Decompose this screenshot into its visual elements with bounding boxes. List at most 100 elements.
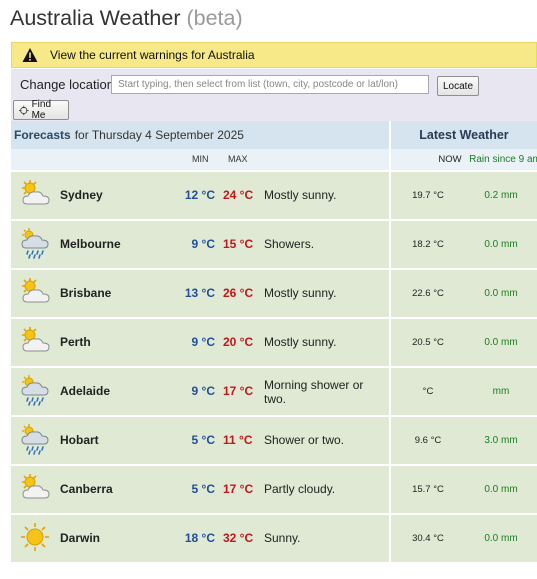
max-temp: 20 °C (223, 335, 254, 349)
warning-icon (22, 48, 38, 62)
rain-since-9am: 0.0 mm (484, 533, 518, 544)
page-title: Australia Weather (beta) (10, 6, 243, 31)
latest-weather-cell: 18.2 °C 0.0 mm (391, 221, 537, 268)
max-temp: 32 °C (223, 531, 254, 545)
city-name[interactable]: Brisbane (60, 286, 111, 300)
current-temp: 20.5 °C (412, 337, 444, 348)
city-row-adelaide: Adelaide 9 °C 17 °C Morning shower or tw… (11, 368, 537, 415)
page-title-text: Australia Weather (10, 6, 181, 30)
latest-weather-cell: 9.6 °C 3.0 mm (391, 417, 537, 464)
showers-icon (18, 423, 52, 455)
max-temp: 17 °C (223, 482, 254, 496)
min-column-label: MIN (192, 154, 209, 164)
forecast-description: Mostly sunny. (264, 286, 337, 300)
forecast-description: Mostly sunny. (264, 188, 337, 202)
forecast-cell: Darwin 18 °C 32 °C Sunny. (11, 515, 389, 562)
city-row-hobart: Hobart 5 °C 11 °C Shower or two. 9.6 °C … (11, 417, 537, 464)
city-row-darwin: Darwin 18 °C 32 °C Sunny. 30.4 °C 0.0 mm (11, 515, 537, 562)
latest-weather-cell: 30.4 °C 0.0 mm (391, 515, 537, 562)
forecast-date: for Thursday 4 September 2025 (74, 128, 244, 142)
max-temp: 11 °C (223, 433, 253, 447)
city-name[interactable]: Melbourne (60, 237, 121, 251)
partly-sunny-icon (18, 325, 52, 357)
forecast-cell: Sydney 12 °C 24 °C Mostly sunny. (11, 172, 389, 219)
forecast-cell: Canberra 5 °C 17 °C Partly cloudy. (11, 466, 389, 513)
latest-column-header: NOW Rain since 9 am (391, 149, 537, 170)
showers-icon (18, 227, 52, 259)
current-temp: 19.7 °C (412, 190, 444, 201)
forecast-description: Morning shower or two. (264, 378, 364, 406)
rain-since-9am: 0.0 mm (484, 484, 518, 495)
find-me-button[interactable]: Find Me (13, 99, 69, 121)
city-name[interactable]: Perth (60, 335, 91, 349)
latest-weather-cell: 19.7 °C 0.2 mm (391, 172, 537, 219)
current-temp: °C (422, 386, 434, 397)
forecasts-header: Forecasts for Thursday 4 September 2025 (11, 121, 389, 149)
current-temp: 22.6 °C (412, 288, 444, 299)
max-temp: 26 °C (223, 286, 254, 300)
current-temp: 15.7 °C (412, 484, 444, 495)
latest-weather-cell: 15.7 °C 0.0 mm (391, 466, 537, 513)
rain-since-9am: 0.2 mm (484, 190, 518, 201)
min-temp: 18 °C (184, 531, 215, 545)
city-name[interactable]: Darwin (60, 531, 100, 545)
crosshair-icon (19, 105, 29, 115)
locate-button[interactable]: Locate (437, 76, 479, 96)
city-row-sydney: Sydney 12 °C 24 °C Mostly sunny. 19.7 °C… (11, 172, 537, 219)
partly-sunny-icon (18, 276, 52, 308)
rain-since-9am: 0.0 mm (484, 337, 518, 348)
rain-since-9am: mm (492, 386, 510, 397)
rain-column-label: Rain since 9 am (469, 154, 537, 165)
forecast-cell: Brisbane 13 °C 26 °C Mostly sunny. (11, 270, 389, 317)
latest-weather-header: Latest Weather (391, 121, 537, 149)
forecast-description: Showers. (264, 237, 315, 251)
min-temp: 5 °C (191, 433, 215, 447)
latest-weather-cell: 20.5 °C 0.0 mm (391, 319, 537, 366)
showers-icon (18, 374, 52, 406)
partly-sunny-icon (18, 472, 52, 504)
change-location-panel: Change location Locate Find Me (11, 69, 537, 121)
forecasts-heading: Forecasts (14, 128, 71, 142)
city-row-perth: Perth 9 °C 20 °C Mostly sunny. 20.5 °C 0… (11, 319, 537, 366)
city-name[interactable]: Adelaide (60, 384, 110, 398)
max-temp: 24 °C (223, 188, 254, 202)
rain-since-9am: 0.0 mm (484, 288, 518, 299)
max-temp: 15 °C (223, 237, 254, 251)
forecast-description: Partly cloudy. (264, 482, 336, 496)
min-temp: 12 °C (184, 188, 215, 202)
min-temp: 9 °C (191, 335, 215, 349)
forecast-description: Sunny. (264, 531, 301, 545)
min-temp: 13 °C (184, 286, 215, 300)
forecast-cell: Melbourne 9 °C 15 °C Showers. (11, 221, 389, 268)
city-row-melbourne: Melbourne 9 °C 15 °C Showers. 18.2 °C 0.… (11, 221, 537, 268)
current-temp: 9.6 °C (414, 435, 442, 446)
latest-weather-cell: 22.6 °C 0.0 mm (391, 270, 537, 317)
latest-weather-cell: °C mm (391, 368, 537, 415)
city-name[interactable]: Hobart (60, 433, 99, 447)
rain-since-9am: 3.0 mm (484, 435, 518, 446)
location-search-input[interactable] (111, 75, 429, 94)
sunny-icon (18, 521, 52, 553)
beta-label: (beta) (186, 6, 243, 30)
forecast-description: Shower or two. (264, 433, 345, 447)
forecast-cell: Hobart 5 °C 11 °C Shower or two. (11, 417, 389, 464)
rain-since-9am: 0.0 mm (484, 239, 518, 250)
city-name[interactable]: Sydney (60, 188, 103, 202)
warnings-link[interactable]: View the current warnings for Australia (50, 48, 255, 62)
forecast-cell: Adelaide 9 °C 17 °C Morning shower or tw… (11, 368, 389, 415)
min-temp: 9 °C (191, 237, 215, 251)
change-location-label: Change location (20, 77, 114, 92)
max-temp: 17 °C (223, 384, 254, 398)
forecast-cell: Perth 9 °C 20 °C Mostly sunny. (11, 319, 389, 366)
partly-sunny-icon (18, 178, 52, 210)
min-temp: 9 °C (191, 384, 215, 398)
forecast-column-header: MIN MAX (11, 149, 389, 170)
current-temp: 18.2 °C (412, 239, 444, 250)
find-me-label: Find Me (31, 99, 52, 121)
city-row-brisbane: Brisbane 13 °C 26 °C Mostly sunny. 22.6 … (11, 270, 537, 317)
city-name[interactable]: Canberra (60, 482, 113, 496)
warnings-banner: View the current warnings for Australia (11, 42, 537, 68)
forecast-description: Mostly sunny. (264, 335, 337, 349)
city-row-canberra: Canberra 5 °C 17 °C Partly cloudy. 15.7 … (11, 466, 537, 513)
max-column-label: MAX (228, 154, 248, 164)
